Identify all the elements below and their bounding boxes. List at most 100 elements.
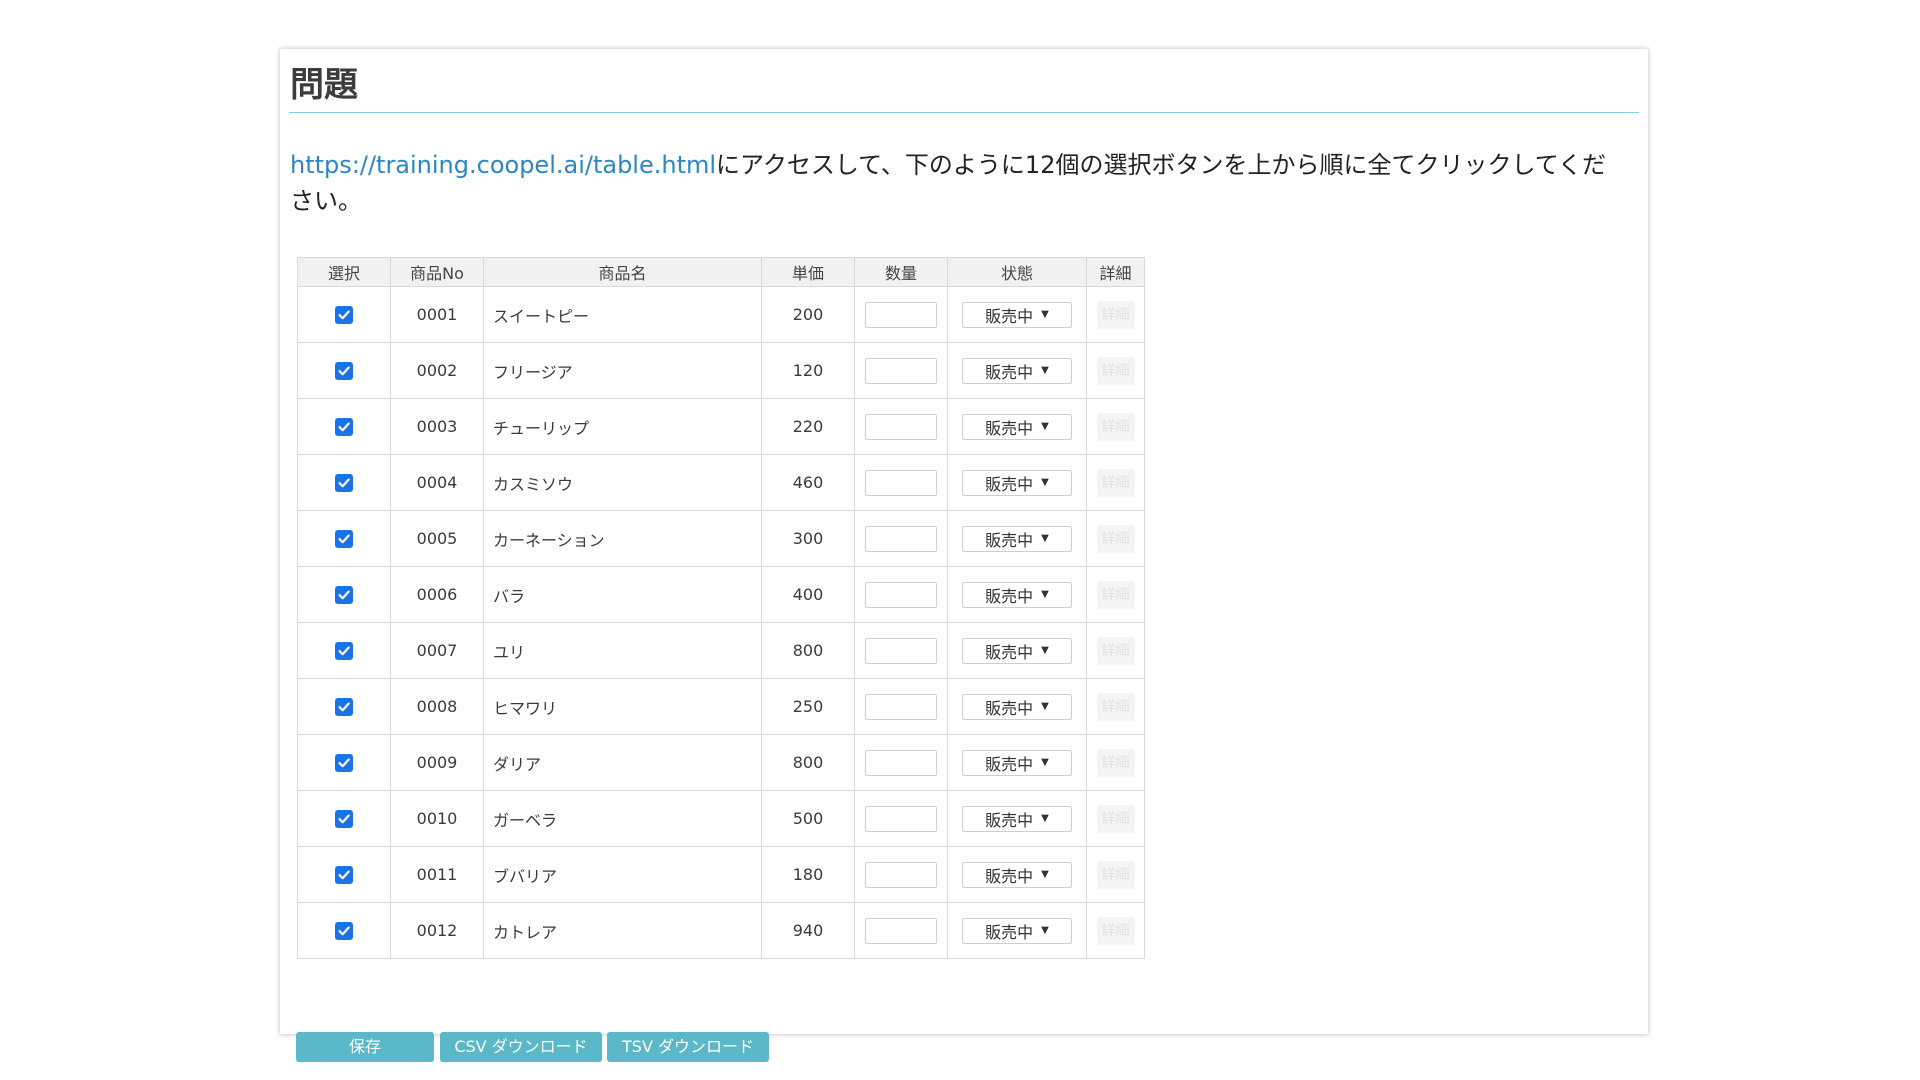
select-checkbox[interactable] <box>335 922 353 941</box>
product-no-cell: 0009 <box>390 734 484 791</box>
product-no-cell: 0001 <box>390 286 484 343</box>
detail-button[interactable]: 詳細 <box>1096 524 1135 553</box>
header-quantity: 数量 <box>854 257 948 287</box>
status-select[interactable]: 販売中 ▼ <box>962 693 1072 720</box>
table-row: 0001 スイートピー 200 販売中 ▼ 詳細 <box>297 286 1145 343</box>
detail-button[interactable]: 詳細 <box>1096 748 1135 777</box>
quantity-cell <box>854 678 948 735</box>
quantity-input[interactable] <box>865 357 937 384</box>
training-link[interactable]: https://training.coopel.ai/table.html <box>290 151 716 179</box>
csv-download-button[interactable]: CSV ダウンロード <box>440 1032 602 1062</box>
unit-price-cell: 180 <box>761 846 855 903</box>
detail-cell: 詳細 <box>1086 734 1145 791</box>
checkmark-icon <box>338 926 350 936</box>
quantity-input[interactable] <box>865 525 937 552</box>
select-checkbox[interactable] <box>335 418 353 437</box>
select-checkbox[interactable] <box>335 642 353 661</box>
product-name-cell: ユリ <box>483 622 762 679</box>
quantity-input[interactable] <box>865 805 937 832</box>
detail-button[interactable]: 詳細 <box>1096 636 1135 665</box>
page-title: 問題 <box>290 65 358 105</box>
select-checkbox[interactable] <box>335 754 353 773</box>
unit-price-cell: 940 <box>761 902 855 959</box>
table-header-row: 選択 商品No 商品名 単価 数量 状態 詳細 <box>297 257 1145 287</box>
chevron-down-icon: ▼ <box>1041 925 1049 936</box>
detail-button[interactable]: 詳細 <box>1096 580 1135 609</box>
status-cell: 販売中 ▼ <box>947 510 1087 567</box>
status-select-value: 販売中 <box>985 810 1034 830</box>
status-select[interactable]: 販売中 ▼ <box>962 413 1072 440</box>
status-select[interactable]: 販売中 ▼ <box>962 749 1072 776</box>
detail-button[interactable]: 詳細 <box>1096 468 1135 497</box>
detail-button[interactable]: 詳細 <box>1096 412 1135 441</box>
status-select[interactable]: 販売中 ▼ <box>962 917 1072 944</box>
detail-cell: 詳細 <box>1086 790 1145 847</box>
problem-description: https://training.coopel.ai/table.htmlにアク… <box>290 147 1620 219</box>
select-checkbox[interactable] <box>335 810 353 829</box>
status-select[interactable]: 販売中 ▼ <box>962 861 1072 888</box>
quantity-input[interactable] <box>865 749 937 776</box>
status-select[interactable]: 販売中 ▼ <box>962 357 1072 384</box>
select-cell <box>297 846 391 903</box>
status-select[interactable]: 販売中 ▼ <box>962 581 1072 608</box>
select-cell <box>297 790 391 847</box>
product-name-cell: カーネーション <box>483 510 762 567</box>
quantity-cell <box>854 510 948 567</box>
product-name-cell: ヒマワリ <box>483 678 762 735</box>
quantity-input[interactable] <box>865 861 937 888</box>
quantity-cell <box>854 398 948 455</box>
quantity-input[interactable] <box>865 581 937 608</box>
quantity-input[interactable] <box>865 637 937 664</box>
detail-button[interactable]: 詳細 <box>1096 804 1135 833</box>
table-row: 0011 ブバリア 180 販売中 ▼ 詳細 <box>297 846 1145 903</box>
select-cell <box>297 510 391 567</box>
product-name-cell: バラ <box>483 566 762 623</box>
product-no-cell: 0002 <box>390 342 484 399</box>
detail-button[interactable]: 詳細 <box>1096 916 1135 945</box>
select-checkbox[interactable] <box>335 530 353 549</box>
header-status: 状態 <box>947 257 1087 287</box>
product-name-cell: カトレア <box>483 902 762 959</box>
checkmark-icon <box>338 310 350 320</box>
status-select[interactable]: 販売中 ▼ <box>962 301 1072 328</box>
status-select-value: 販売中 <box>985 530 1034 550</box>
select-checkbox[interactable] <box>335 474 353 493</box>
product-name-cell: ガーベラ <box>483 790 762 847</box>
problem-card: 問題 https://training.coopel.ai/table.html… <box>280 49 1648 1062</box>
select-checkbox[interactable] <box>335 362 353 381</box>
quantity-cell <box>854 734 948 791</box>
select-checkbox[interactable] <box>335 306 353 325</box>
status-select[interactable]: 販売中 ▼ <box>962 525 1072 552</box>
status-select-value: 販売中 <box>985 306 1034 326</box>
chevron-down-icon: ▼ <box>1041 533 1049 544</box>
select-cell <box>297 566 391 623</box>
quantity-input[interactable] <box>865 469 937 496</box>
detail-button[interactable]: 詳細 <box>1096 356 1135 385</box>
save-button[interactable]: 保存 <box>296 1032 434 1062</box>
detail-button[interactable]: 詳細 <box>1096 300 1135 329</box>
quantity-input[interactable] <box>865 413 937 440</box>
status-select[interactable]: 販売中 ▼ <box>962 637 1072 664</box>
detail-cell: 詳細 <box>1086 510 1145 567</box>
detail-cell: 詳細 <box>1086 342 1145 399</box>
table-row: 0010 ガーベラ 500 販売中 ▼ 詳細 <box>297 790 1145 847</box>
header-product-name: 商品名 <box>483 257 762 287</box>
status-select-value: 販売中 <box>985 866 1034 886</box>
select-checkbox[interactable] <box>335 866 353 885</box>
status-select[interactable]: 販売中 ▼ <box>962 805 1072 832</box>
quantity-input[interactable] <box>865 693 937 720</box>
quantity-cell <box>854 286 948 343</box>
detail-cell: 詳細 <box>1086 286 1145 343</box>
unit-price-cell: 800 <box>761 622 855 679</box>
status-select-value: 販売中 <box>985 586 1034 606</box>
chevron-down-icon: ▼ <box>1041 309 1049 320</box>
status-select[interactable]: 販売中 ▼ <box>962 469 1072 496</box>
quantity-input[interactable] <box>865 301 937 328</box>
detail-button[interactable]: 詳細 <box>1096 860 1135 889</box>
quantity-input[interactable] <box>865 917 937 944</box>
tsv-download-button[interactable]: TSV ダウンロード <box>607 1032 769 1062</box>
select-checkbox[interactable] <box>335 698 353 717</box>
select-cell <box>297 902 391 959</box>
detail-button[interactable]: 詳細 <box>1096 692 1135 721</box>
select-checkbox[interactable] <box>335 586 353 605</box>
